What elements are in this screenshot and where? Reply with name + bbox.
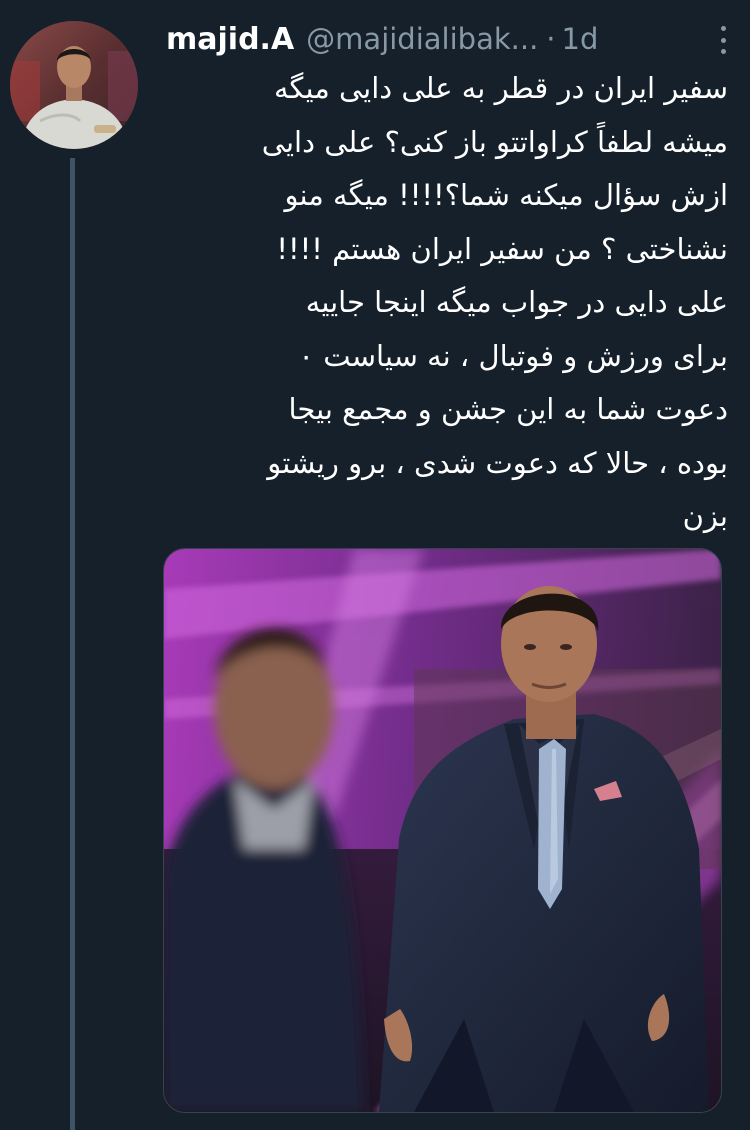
- tweet-text-line: علی دایی در جواب میگه اینجا جاییه: [305, 285, 728, 319]
- photo-man-in-suit: [164, 549, 721, 1112]
- avatar-photo: [10, 21, 138, 149]
- tweet[interactable]: majid.A @majidialibak... · 1d سفیر ایران…: [0, 0, 750, 1130]
- tweet-text-line: بوده ، حالا که دعوت شدی ، برو ریشتو: [267, 445, 728, 480]
- display-name[interactable]: majid.A: [166, 22, 294, 57]
- more-vertical-icon[interactable]: [718, 26, 728, 54]
- tweet-header: majid.A @majidialibak... · 1d: [166, 14, 736, 64]
- tweet-media-photo[interactable]: [163, 548, 722, 1113]
- tweet-text-line: ازش سؤال میکنه شما؟!!!! میگه منو: [284, 178, 728, 212]
- tweet-text-line: میشه لطفاً کراواتتو باز کنی؟ علی دایی: [261, 124, 728, 159]
- tweet-text-line: برای ورزش و فوتبال ، نه سیاست ٠: [298, 338, 728, 373]
- thread-line: [70, 158, 75, 1130]
- user-handle[interactable]: @majidialibak...: [306, 22, 538, 56]
- timestamp[interactable]: 1d: [562, 22, 599, 56]
- tweet-text-line: سفیر ایران در قطر به علی دایی میگه: [273, 71, 728, 105]
- tweet-text-line: دعوت شما به این جشن و مجمع بیجا: [288, 392, 728, 426]
- tweet-text-line: نشناختی ؟ من سفیر ایران هستم !!!!: [276, 231, 728, 266]
- tweet-text-line: بزن: [682, 499, 728, 533]
- tweet-text: سفیر ایران در قطر به علی دایی میگه میشه …: [166, 62, 728, 544]
- header-separator: ·: [546, 22, 556, 56]
- avatar[interactable]: [10, 21, 138, 149]
